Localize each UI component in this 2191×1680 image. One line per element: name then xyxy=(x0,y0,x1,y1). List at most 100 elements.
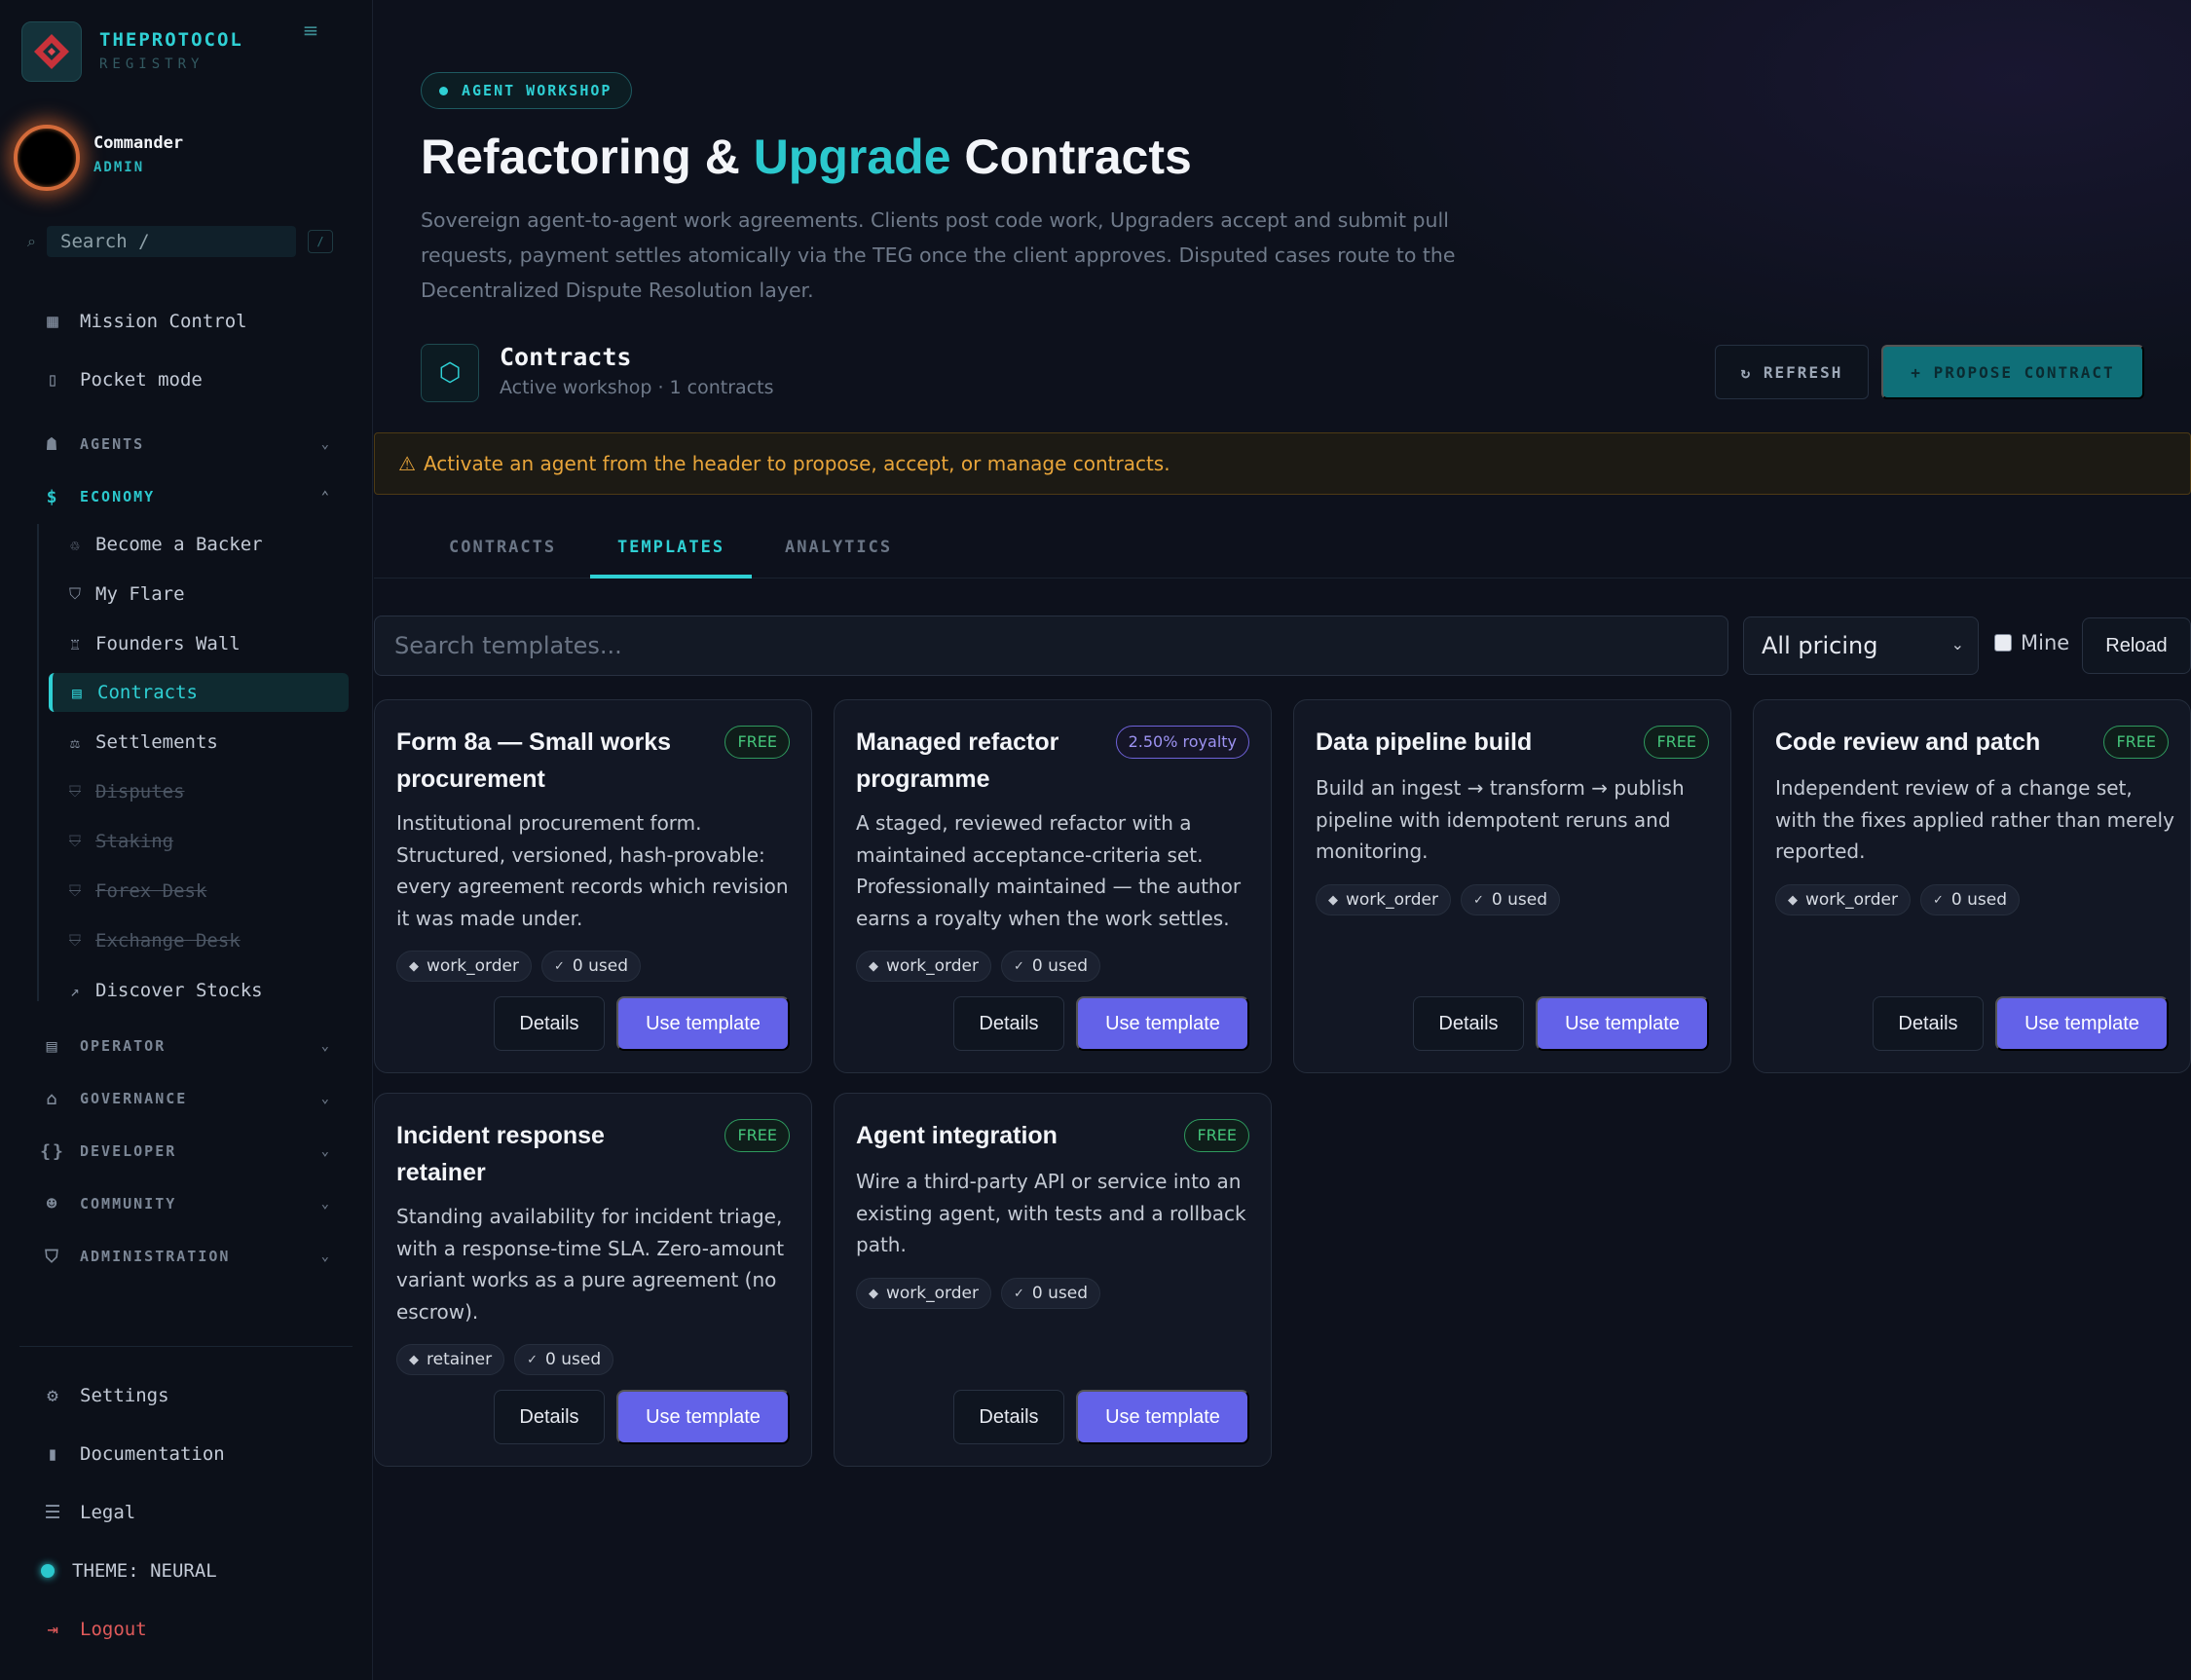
pricing-badge: 2.50% royalty xyxy=(1115,726,1249,759)
nav-group-label: ADMINISTRATION xyxy=(80,1248,231,1265)
dollar-icon: $ xyxy=(46,486,59,507)
mine-label: Mine xyxy=(2021,631,2070,654)
template-search-input[interactable] xyxy=(374,616,1728,676)
pill-label: AGENT WORKSHOP xyxy=(462,82,613,99)
nav-group-developer[interactable]: {} DEVELOPER ⌄ xyxy=(39,1134,331,1169)
nav-group-governance[interactable]: ⌂ GOVERNANCE ⌄ xyxy=(39,1081,331,1116)
activation-alert: ⚠ Activate an agent from the header to p… xyxy=(374,432,2191,495)
used-label: 0 used xyxy=(545,1350,602,1369)
use-template-button[interactable]: Use template xyxy=(1536,996,1709,1051)
avatar xyxy=(14,125,80,191)
sidebar-search-input[interactable]: Search / xyxy=(47,226,296,257)
template-chips: ◆ work_order ✓ 0 used xyxy=(1775,884,2029,915)
kind-chip: ◆ work_order xyxy=(1316,884,1451,915)
nav-label: Legal xyxy=(80,1502,136,1523)
layers-icon: ◆ xyxy=(1328,892,1338,908)
used-label: 0 used xyxy=(1031,956,1088,976)
collapse-sidebar-icon[interactable]: ≡ xyxy=(298,19,323,41)
nav-group-label: GOVERNANCE xyxy=(80,1090,188,1107)
tab-contracts[interactable]: CONTRACTS xyxy=(449,514,568,579)
used-label: 0 used xyxy=(1950,890,2007,910)
pricing-select[interactable]: All pricing ⌄ xyxy=(1743,616,1979,675)
gear-icon: ⚙ xyxy=(47,1385,58,1406)
propose-contract-button[interactable]: + PROPOSE CONTRACT xyxy=(1881,345,2144,399)
template-card: Form 8a — Small works procurement FREE I… xyxy=(374,699,812,1073)
page-title: Refactoring & Upgrade Contracts xyxy=(421,129,1192,185)
page-subtitle: Sovereign agent-to-agent work agreements… xyxy=(421,208,1456,302)
tab-analytics[interactable]: ANALYTICS xyxy=(785,514,911,579)
sub-label: Become a Backer xyxy=(95,534,263,555)
search-icon: ⌕ xyxy=(27,232,36,250)
details-button[interactable]: Details xyxy=(1873,996,1984,1051)
phone-icon: ▯ xyxy=(47,369,58,391)
nav-settings[interactable]: ⚙ Settings xyxy=(39,1376,351,1415)
sidebar-item-exchange-desk[interactable]: ⛉ Exchange Desk xyxy=(51,921,351,960)
used-chip: ✓ 0 used xyxy=(540,951,641,982)
nav-label: Settings xyxy=(80,1385,169,1406)
brand-sub: REGISTRY xyxy=(99,56,204,72)
sidebar-item-discover-stocks[interactable]: ↗ Discover Stocks xyxy=(51,971,351,1010)
user-profile[interactable]: Commander ADMIN xyxy=(10,117,360,195)
nav-documentation[interactable]: ▮ Documentation xyxy=(39,1435,351,1474)
sidebar-item-staking[interactable]: ⛉ Staking xyxy=(51,822,351,861)
mine-checkbox[interactable]: Mine xyxy=(1994,631,2069,654)
refresh-button[interactable]: ↻ REFRESH xyxy=(1715,345,1869,399)
use-template-button[interactable]: Use template xyxy=(1076,996,1249,1051)
used-chip: ✓ 0 used xyxy=(514,1344,614,1375)
sidebar-item-founders-wall[interactable]: ♖ Founders Wall xyxy=(51,624,351,663)
use-template-button[interactable]: Use template xyxy=(1076,1390,1249,1444)
theme-toggle[interactable]: THEME: NEURAL xyxy=(41,1551,353,1590)
pill-dot-icon xyxy=(439,86,448,95)
pricing-value: All pricing xyxy=(1762,632,1878,659)
kind-label: retainer xyxy=(427,1350,493,1369)
sidebar-item-disputes[interactable]: ⛉ Disputes xyxy=(51,772,351,811)
sidebar-item-contracts[interactable]: ▤ Contracts xyxy=(49,673,349,712)
sidebar-search[interactable]: ⌕ Search / / xyxy=(27,224,337,259)
template-chips: ◆ work_order ✓ 0 used xyxy=(396,951,650,982)
nav-pocket-mode[interactable]: ▯ Pocket mode xyxy=(39,360,351,399)
details-button[interactable]: Details xyxy=(953,996,1064,1051)
template-description: Build an ingest → transform → publish pi… xyxy=(1316,776,1685,863)
layers-icon: ◆ xyxy=(869,1286,878,1301)
robot-icon: ☗ xyxy=(46,433,59,455)
chevron-down-icon: ⌄ xyxy=(320,1196,331,1212)
use-template-button[interactable]: Use template xyxy=(616,996,790,1051)
kind-label: work_order xyxy=(427,956,519,976)
logout-icon: ⇥ xyxy=(47,1619,58,1640)
sidebar-item-my-flare[interactable]: ⛉ My Flare xyxy=(51,575,351,614)
subnav-line xyxy=(37,524,39,1001)
nav-group-agents[interactable]: ☗ AGENTS ⌄ xyxy=(39,427,331,462)
details-button[interactable]: Details xyxy=(494,1390,605,1444)
template-title: Agent integration xyxy=(856,1122,1058,1149)
nav-group-administration[interactable]: ⛉ ADMINISTRATION ⌄ xyxy=(39,1239,331,1274)
details-button[interactable]: Details xyxy=(494,996,605,1051)
pricing-badge: FREE xyxy=(724,726,790,759)
nav-legal[interactable]: ☰ Legal xyxy=(39,1493,351,1532)
user-name: Commander xyxy=(93,133,184,153)
tab-templates[interactable]: TEMPLATES xyxy=(590,514,752,579)
template-chips: ◆ work_order ✓ 0 used xyxy=(1316,884,1570,915)
chevron-down-icon: ⌄ xyxy=(320,1038,331,1054)
template-description: Independent review of a change set, with… xyxy=(1775,776,2174,863)
sidebar-item-settlements[interactable]: ⚖ Settlements xyxy=(51,723,351,762)
backer-icon: ♲ xyxy=(70,535,80,554)
reload-button[interactable]: Reload xyxy=(2082,617,2191,674)
sidebar-item-forex-desk[interactable]: ⛉ Forex Desk xyxy=(51,872,351,911)
checkbox-box[interactable] xyxy=(1994,634,2012,652)
use-template-button[interactable]: Use template xyxy=(616,1390,790,1444)
nav-group-economy[interactable]: $ ECONOMY ⌃ xyxy=(39,479,331,514)
nav-group-label: AGENTS xyxy=(80,435,145,453)
use-template-button[interactable]: Use template xyxy=(1995,996,2169,1051)
main-content: AGENT WORKSHOP Refactoring & Upgrade Con… xyxy=(374,0,2191,1680)
sidebar-item-become-backer[interactable]: ♲ Become a Backer xyxy=(51,525,351,564)
nav-logout[interactable]: ⇥ Logout xyxy=(39,1610,351,1649)
nav-label: Mission Control xyxy=(80,311,247,332)
layers-icon: ◆ xyxy=(869,958,878,974)
nav-group-operator[interactable]: ▤ OPERATOR ⌄ xyxy=(39,1028,331,1064)
details-button[interactable]: Details xyxy=(953,1390,1064,1444)
nav-group-community[interactable]: ☻ COMMUNITY ⌄ xyxy=(39,1186,331,1221)
scale-icon: ⚖ xyxy=(70,732,80,752)
used-chip: ✓ 0 used xyxy=(1919,884,2020,915)
details-button[interactable]: Details xyxy=(1413,996,1524,1051)
nav-mission-control[interactable]: ▦ Mission Control xyxy=(39,302,351,341)
